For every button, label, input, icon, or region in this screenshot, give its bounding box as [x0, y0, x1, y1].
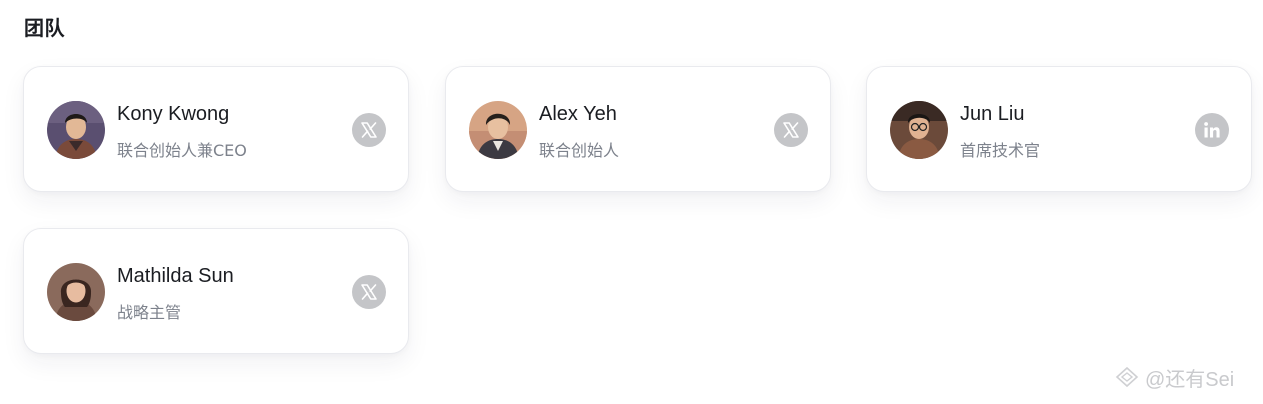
team-member-card: Jun Liu 首席技术官 [866, 66, 1252, 192]
linkedin-icon [1204, 122, 1220, 138]
linkedin-social-button[interactable] [1195, 113, 1229, 147]
x-social-button[interactable] [352, 275, 386, 309]
section-title: 团队 [24, 16, 65, 40]
x-icon [783, 122, 799, 138]
member-role: 首席技术官 [960, 141, 1041, 160]
avatar [890, 101, 948, 159]
member-role: 联合创始人 [539, 141, 620, 160]
watermark-text: @还有Sei [1145, 368, 1235, 391]
x-icon [361, 284, 377, 300]
watermark-logo-icon [1115, 366, 1139, 388]
team-page: 团队 Kony Kwong 联合创始人兼CEO Alex Yeh 联合创始人 J… [0, 0, 1263, 404]
member-role: 联合创始人兼CEO [117, 141, 247, 160]
member-name: Alex Yeh [539, 103, 617, 125]
watermark: @还有Sei [1113, 362, 1263, 392]
x-social-button[interactable] [352, 113, 386, 147]
member-name: Kony Kwong [117, 103, 230, 125]
x-icon [361, 122, 377, 138]
x-social-button[interactable] [774, 113, 808, 147]
member-role: 战略主管 [117, 303, 182, 322]
avatar [47, 263, 105, 321]
member-name: Mathilda Sun [117, 265, 234, 287]
team-member-card: Mathilda Sun 战略主管 [23, 228, 409, 354]
team-member-card: Alex Yeh 联合创始人 [445, 66, 831, 192]
member-name: Jun Liu [960, 103, 1025, 125]
avatar [469, 101, 527, 159]
avatar [47, 101, 105, 159]
team-member-card: Kony Kwong 联合创始人兼CEO [23, 66, 409, 192]
